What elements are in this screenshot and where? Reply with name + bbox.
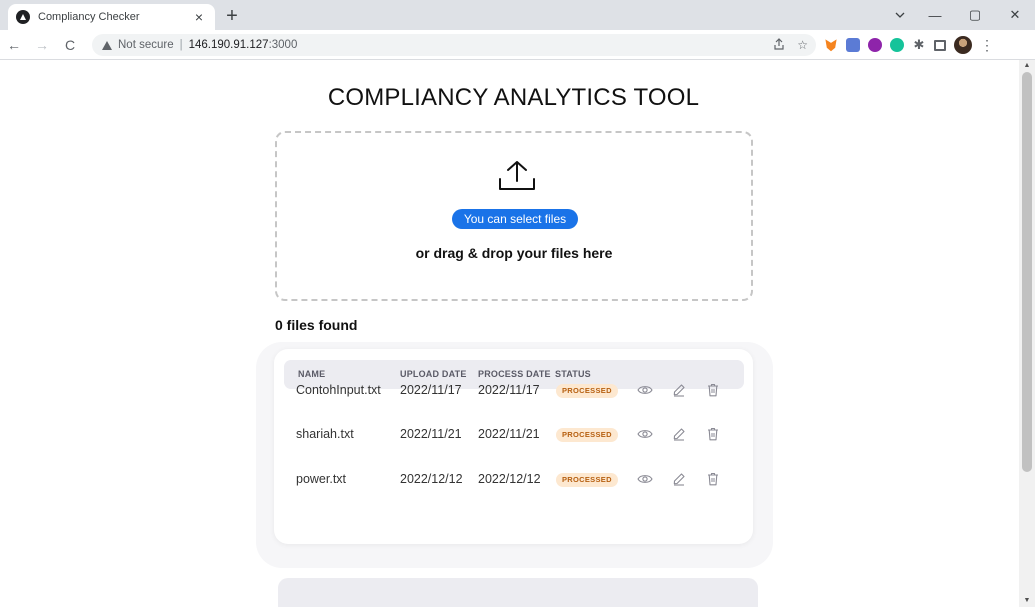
status-badge: PROCESSED xyxy=(556,384,618,398)
reload-button[interactable]: C xyxy=(56,31,84,59)
edit-pencil-icon[interactable] xyxy=(670,470,688,488)
new-tab-button[interactable]: + xyxy=(222,6,242,26)
process-date-cell: 2022/11/17 xyxy=(478,383,540,397)
grammarly-extension-icon[interactable] xyxy=(890,38,904,52)
tab-title: Compliancy Checker xyxy=(38,11,140,23)
tab-strip: Compliancy Checker × + — ▢ ✕ xyxy=(0,0,1035,30)
view-eye-icon[interactable] xyxy=(636,470,654,488)
table-row: power.txt 2022/12/12 2022/12/12 PROCESSED xyxy=(274,457,753,501)
browser-tab[interactable]: Compliancy Checker × xyxy=(8,4,215,30)
scrollbar-thumb[interactable] xyxy=(1022,72,1032,472)
chrome-menu-icon[interactable]: ⋮ xyxy=(980,37,994,54)
purple-extension-icon[interactable] xyxy=(868,38,882,52)
page-scrollbar[interactable]: ▲ ▼ xyxy=(1019,60,1035,607)
minimize-button[interactable]: — xyxy=(915,8,955,23)
restore-button[interactable]: ▢ xyxy=(955,7,995,23)
share-icon[interactable] xyxy=(773,37,785,53)
url-port: :3000 xyxy=(268,39,298,51)
url-host: 146.190.91.127 xyxy=(188,39,269,51)
edit-pencil-icon[interactable] xyxy=(670,381,688,399)
file-name-cell: ContohInput.txt xyxy=(296,383,381,397)
view-eye-icon[interactable] xyxy=(636,381,654,399)
secondary-panel xyxy=(278,578,758,607)
file-name-cell: shariah.txt xyxy=(296,427,354,441)
select-files-button[interactable]: You can select files xyxy=(452,209,578,229)
table-row: ContohInput.txt 2022/11/17 2022/11/17 PROCE… xyxy=(274,368,753,412)
delete-trash-icon[interactable] xyxy=(704,425,722,443)
edit-pencil-icon[interactable] xyxy=(670,425,688,443)
files-table: NAME UPLOAD DATE PROCESS DATE STATUS Con… xyxy=(274,349,753,544)
page-viewport: COMPLIANCY ANALYTICS TOOL You can select… xyxy=(0,60,1035,607)
close-window-button[interactable]: ✕ xyxy=(995,7,1035,23)
upload-icon xyxy=(499,161,535,190)
table-row: shariah.txt 2022/11/21 2022/11/21 PROCESSED xyxy=(274,412,753,456)
upload-date-cell: 2022/11/17 xyxy=(400,383,462,397)
file-dropzone[interactable]: You can select files or drag & drop your… xyxy=(275,131,753,301)
page-title: COMPLIANCY ANALYTICS TOOL xyxy=(327,84,700,111)
forward-button[interactable]: → xyxy=(28,31,56,59)
back-button[interactable]: ← xyxy=(0,31,28,59)
scroll-down-arrow-icon[interactable]: ▼ xyxy=(1019,595,1035,607)
extension-icon[interactable] xyxy=(846,38,860,52)
status-badge: PROCESSED xyxy=(556,428,618,442)
profile-avatar[interactable] xyxy=(954,36,972,54)
delete-trash-icon[interactable] xyxy=(704,470,722,488)
bookmark-star-icon[interactable]: ☆ xyxy=(797,38,808,52)
not-secure-label[interactable]: Not secure xyxy=(118,39,174,51)
app-favicon-icon xyxy=(16,10,30,24)
process-date-cell: 2022/11/21 xyxy=(478,427,540,441)
extensions-puzzle-icon[interactable]: ✱ xyxy=(912,37,926,53)
drag-drop-text: or drag & drop your files here xyxy=(415,245,613,261)
url-separator: | xyxy=(179,39,183,51)
file-name-cell: power.txt xyxy=(296,472,347,486)
scroll-up-arrow-icon[interactable]: ▲ xyxy=(1019,60,1035,72)
status-badge: PROCESSED xyxy=(556,473,618,487)
address-bar[interactable]: Not secure | 146.190.91.127:3000 ☆ xyxy=(92,34,816,56)
warning-icon xyxy=(102,40,112,50)
tab-search-chevron-icon[interactable] xyxy=(885,0,915,30)
upload-date-cell: 2022/11/21 xyxy=(400,427,462,441)
metamask-extension-icon[interactable] xyxy=(825,39,837,52)
view-eye-icon[interactable] xyxy=(636,425,654,443)
upload-date-cell: 2022/12/12 xyxy=(400,472,463,486)
process-date-cell: 2022/12/12 xyxy=(478,472,541,486)
delete-trash-icon[interactable] xyxy=(704,381,722,399)
tab-close-icon[interactable]: × xyxy=(191,9,207,25)
files-found-count: 0 files found xyxy=(275,317,358,333)
side-panel-icon[interactable] xyxy=(934,39,946,51)
browser-toolbar: ← → C Not secure | 146.190.91.127:3000 ☆… xyxy=(0,30,1035,60)
